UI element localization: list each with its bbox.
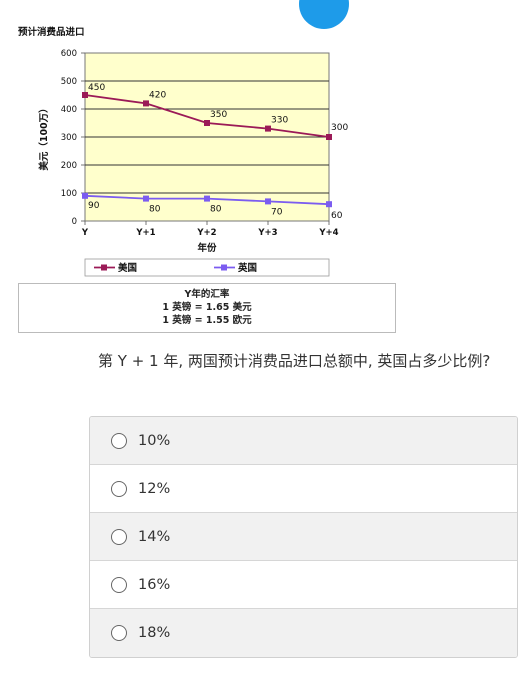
x-tick-label: Y+2 bbox=[196, 228, 216, 238]
exchange-rate-box: Y年的汇率 1 英镑 = 1.65 美元 1 英镑 = 1.55 欧元 bbox=[18, 283, 396, 333]
x-tick-label: Y bbox=[81, 228, 89, 238]
exchange-rate-usd: 1 英镑 = 1.65 美元 bbox=[162, 302, 252, 313]
x-tick-label: Y+4 bbox=[318, 228, 338, 238]
data-point bbox=[143, 195, 149, 202]
y-tick-label: 0 bbox=[72, 217, 77, 227]
x-tick-label: Y+1 bbox=[135, 228, 155, 238]
answer-label: 12% bbox=[138, 480, 171, 497]
legend-label-uk: 英国 bbox=[238, 262, 257, 274]
data-point bbox=[265, 125, 271, 132]
answer-option-d[interactable]: 16% bbox=[90, 561, 517, 609]
data-label: 350 bbox=[210, 110, 227, 120]
y-axis-ticks: 0 100 200 300 400 500 600 bbox=[61, 49, 85, 227]
y-tick-label: 400 bbox=[61, 105, 77, 115]
radio-icon[interactable] bbox=[111, 432, 127, 449]
data-label: 300 bbox=[331, 123, 348, 133]
exchange-rate-eur: 1 英镑 = 1.55 欧元 bbox=[162, 315, 252, 326]
legend-marker-us bbox=[101, 264, 107, 271]
y-tick-label: 500 bbox=[61, 77, 77, 87]
answer-options: 10% 12% 14% 16% 18% bbox=[89, 416, 518, 658]
data-label: 80 bbox=[210, 205, 222, 215]
y-tick-label: 300 bbox=[61, 133, 77, 143]
data-point bbox=[82, 192, 88, 199]
radio-icon[interactable] bbox=[111, 528, 127, 545]
answer-option-a[interactable]: 10% bbox=[90, 417, 517, 465]
answer-option-b[interactable]: 12% bbox=[90, 465, 517, 513]
data-label: 80 bbox=[149, 205, 161, 215]
answer-label: 18% bbox=[138, 625, 171, 641]
answer-label: 16% bbox=[138, 576, 171, 593]
radio-icon[interactable] bbox=[111, 625, 127, 641]
y-axis-label: 美元（100万） bbox=[38, 103, 50, 171]
radio-icon[interactable] bbox=[111, 576, 127, 593]
answer-option-e[interactable]: 18% bbox=[90, 609, 517, 657]
data-point bbox=[143, 100, 149, 107]
data-label: 450 bbox=[88, 83, 105, 93]
data-point bbox=[265, 198, 271, 205]
x-tick-label: Y+3 bbox=[257, 228, 277, 238]
x-axis-label: 年份 bbox=[197, 242, 217, 254]
y-tick-label: 600 bbox=[61, 49, 77, 59]
answer-label: 14% bbox=[138, 528, 171, 545]
data-point bbox=[326, 134, 332, 140]
radio-icon[interactable] bbox=[111, 480, 127, 497]
data-point bbox=[204, 120, 210, 126]
exchange-rate-title: Y年的汇率 bbox=[184, 289, 230, 300]
answer-label: 10% bbox=[138, 432, 171, 449]
legend-marker-uk bbox=[221, 264, 227, 271]
x-axis-ticks: Y Y+1 Y+2 Y+3 Y+4 bbox=[81, 221, 339, 238]
legend: 美国 英国 bbox=[84, 258, 330, 277]
answer-option-c[interactable]: 14% bbox=[90, 513, 517, 561]
question-text: 第 Y + 1 年, 两国预计消费品进口总额中, 英国占多少比例? bbox=[98, 352, 491, 370]
y-tick-label: 100 bbox=[61, 189, 77, 199]
chart-title: 预计消费品进口 bbox=[18, 26, 85, 38]
import-line-chart: 预计消费品进口 0 100 200 300 400 500 600 Y Y+1 Y+2 Y+3 Y+… bbox=[18, 26, 348, 277]
data-point bbox=[204, 195, 210, 202]
legend-label-us: 美国 bbox=[117, 262, 137, 274]
data-label: 330 bbox=[271, 116, 288, 126]
data-label: 420 bbox=[149, 90, 166, 100]
y-tick-label: 200 bbox=[61, 161, 77, 171]
data-point bbox=[326, 201, 332, 208]
data-label: 90 bbox=[88, 201, 100, 211]
data-label: 70 bbox=[271, 207, 283, 217]
data-label: 60 bbox=[331, 211, 343, 221]
